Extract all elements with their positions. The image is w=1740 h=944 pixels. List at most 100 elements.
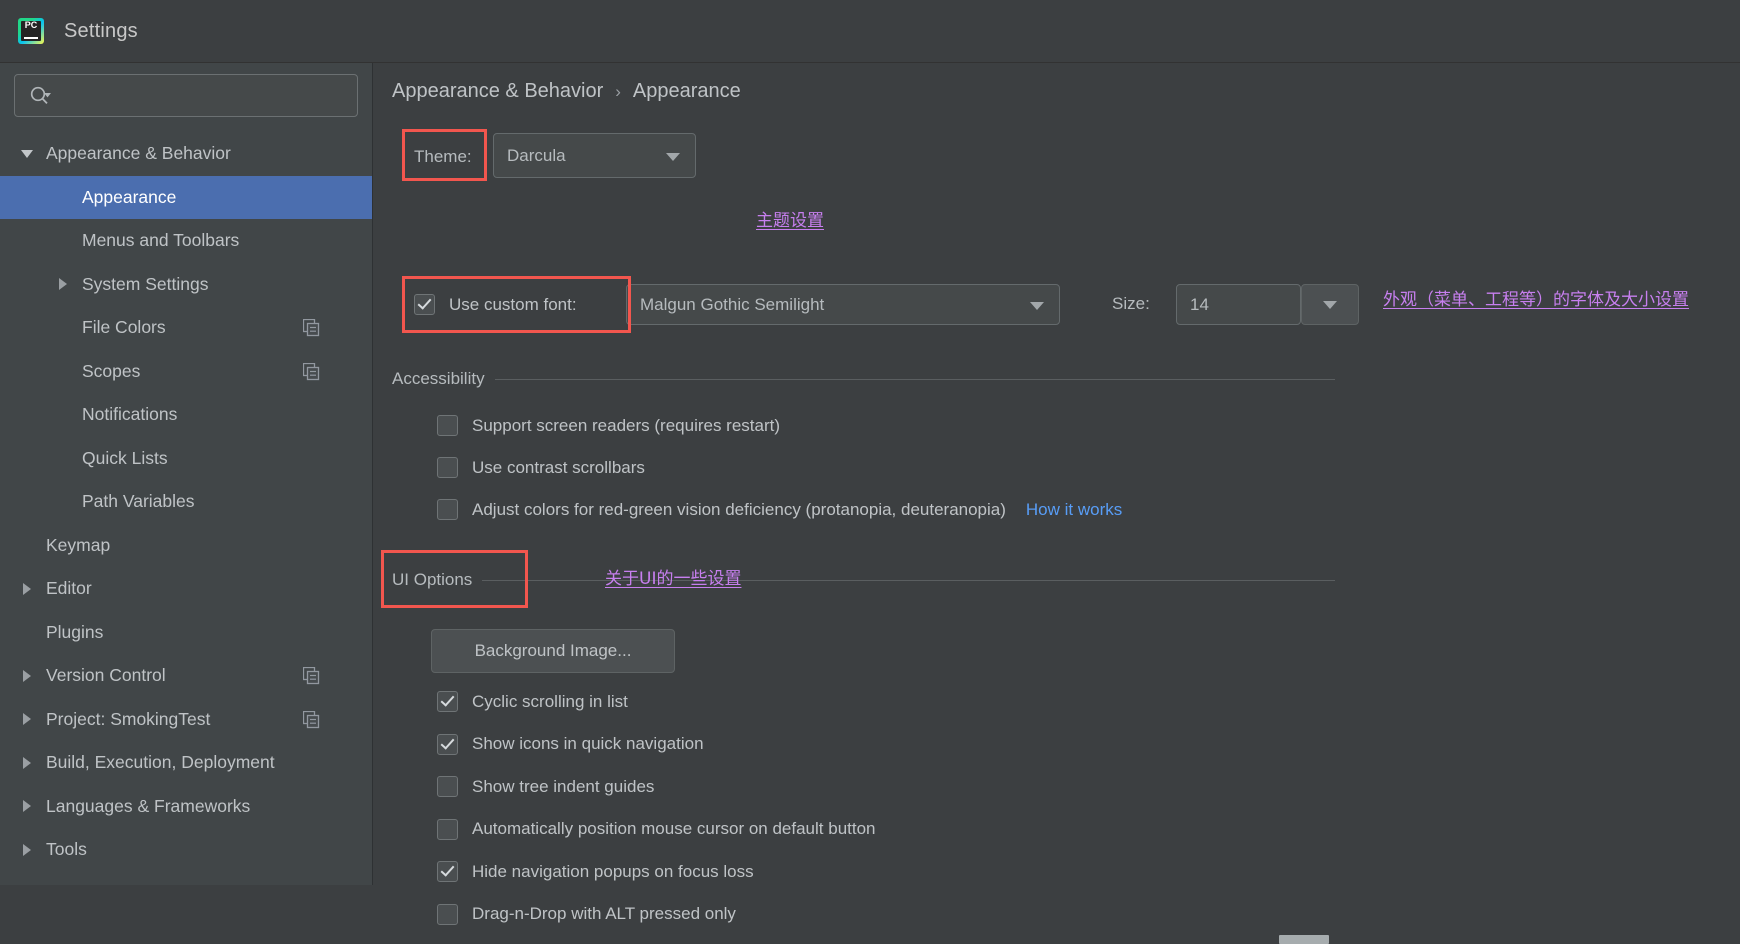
search-box[interactable] bbox=[14, 74, 358, 117]
checkbox[interactable] bbox=[437, 499, 458, 520]
sidebar-item-system-settings[interactable]: System Settings bbox=[0, 263, 372, 307]
accessibility-option-0[interactable]: Support screen readers (requires restart… bbox=[437, 415, 780, 436]
chevron-down-icon[interactable] bbox=[19, 132, 35, 176]
checkbox[interactable] bbox=[437, 818, 458, 840]
ui-option-3[interactable]: Automatically position mouse cursor on d… bbox=[437, 818, 876, 840]
sidebar-item-version-control[interactable]: Version Control bbox=[0, 654, 372, 698]
checkbox[interactable] bbox=[437, 457, 458, 478]
annotation-font-settings: 外观（菜单、工程等）的字体及大小设置 bbox=[1383, 290, 1689, 310]
accessibility-option-label: Support screen readers (requires restart… bbox=[472, 415, 781, 435]
accessibility-title: Accessibility bbox=[392, 369, 485, 388]
sidebar-item-keymap[interactable]: Keymap bbox=[0, 524, 372, 568]
chevron-right-icon[interactable] bbox=[19, 698, 35, 742]
checkbox[interactable] bbox=[437, 691, 458, 712]
sidebar-item-label: File Colors bbox=[82, 317, 166, 338]
font-family-value: Malgun Gothic Semilight bbox=[640, 294, 825, 314]
ui-options-section-header: UI Options bbox=[392, 570, 1335, 590]
ui-option-label: Show icons in quick navigation bbox=[472, 734, 704, 753]
checkbox[interactable] bbox=[437, 903, 458, 925]
settings-main-panel: Appearance & Behavior › Appearance Theme… bbox=[373, 63, 1740, 944]
accessibility-option-2[interactable]: Adjust colors for red-green vision defic… bbox=[437, 499, 1122, 520]
chevron-right-icon[interactable] bbox=[19, 654, 35, 698]
window-title: Settings bbox=[64, 19, 138, 42]
checkbox[interactable] bbox=[437, 776, 458, 797]
sidebar-item-label: Project: SmokingTest bbox=[46, 708, 211, 729]
chevron-right-icon[interactable] bbox=[19, 785, 35, 829]
use-custom-font-checkbox[interactable] bbox=[414, 294, 435, 315]
ui-option-0[interactable]: Cyclic scrolling in list bbox=[437, 691, 628, 712]
sidebar-item-editor[interactable]: Editor bbox=[0, 567, 372, 611]
sidebar-item-label: Build, Execution, Deployment bbox=[46, 752, 275, 773]
accessibility-option-label: Adjust colors for red-green vision defic… bbox=[472, 499, 1006, 519]
chevron-right-icon[interactable] bbox=[55, 263, 71, 307]
ui-option-label: Automatically position mouse cursor on d… bbox=[472, 819, 876, 838]
font-size-label: Size: bbox=[1112, 294, 1150, 313]
section-divider bbox=[494, 378, 1335, 380]
sidebar-item-label: Keymap bbox=[46, 534, 111, 555]
font-size-input[interactable]: 14 bbox=[1176, 284, 1301, 325]
sidebar-item-notifications[interactable]: Notifications bbox=[0, 393, 372, 437]
search-container bbox=[0, 63, 372, 117]
font-family-dropdown[interactable]: Malgun Gothic Semilight bbox=[626, 284, 1060, 325]
theme-dropdown-value: Darcula bbox=[507, 145, 566, 165]
ui-option-2[interactable]: Show tree indent guides bbox=[437, 776, 654, 797]
theme-dropdown[interactable]: Darcula bbox=[493, 133, 696, 178]
sidebar-item-languages-frameworks[interactable]: Languages & Frameworks bbox=[0, 785, 372, 829]
sidebar-item-path-variables[interactable]: Path Variables bbox=[0, 480, 372, 524]
ui-option-label: Hide navigation popups on focus loss bbox=[472, 861, 754, 881]
ui-option-4[interactable]: Hide navigation popups on focus loss bbox=[437, 861, 754, 882]
copy-icon[interactable] bbox=[302, 666, 320, 690]
search-icon bbox=[30, 86, 51, 104]
sidebar-item-menus-and-toolbars[interactable]: Menus and Toolbars bbox=[0, 219, 372, 263]
chevron-right-icon[interactable] bbox=[19, 741, 35, 785]
chevron-right-icon[interactable] bbox=[19, 828, 35, 872]
horizontal-scrollbar-thumb[interactable] bbox=[1279, 935, 1329, 944]
copy-icon[interactable] bbox=[302, 362, 320, 386]
sidebar-item-project-smokingtest[interactable]: Project: SmokingTest bbox=[0, 698, 372, 742]
search-input[interactable] bbox=[57, 85, 341, 106]
accessibility-option-1[interactable]: Use contrast scrollbars bbox=[437, 457, 645, 478]
sidebar-item-label: Menus and Toolbars bbox=[82, 230, 240, 251]
sidebar-item-label: Plugins bbox=[46, 621, 104, 642]
use-custom-font-label: Use custom font: bbox=[449, 294, 577, 314]
sidebar-item-label: Quick Lists bbox=[82, 447, 168, 468]
chevron-down-icon bbox=[666, 152, 680, 161]
sidebar-item-file-colors[interactable]: File Colors bbox=[0, 306, 372, 350]
ui-options-title: UI Options bbox=[392, 570, 473, 589]
theme-label: Theme: bbox=[414, 147, 472, 166]
sidebar-item-appearance[interactable]: Appearance bbox=[0, 175, 372, 219]
sidebar-item-label: Tools bbox=[46, 839, 87, 860]
copy-icon[interactable] bbox=[302, 710, 320, 734]
sidebar-item-label: Appearance & Behavior bbox=[46, 143, 231, 164]
checkbox[interactable] bbox=[437, 415, 458, 436]
ui-option-5[interactable]: Drag-n-Drop with ALT pressed only bbox=[437, 903, 736, 925]
sidebar-item-appearance-behavior[interactable]: Appearance & Behavior bbox=[0, 132, 372, 176]
breadcrumb-parent[interactable]: Appearance & Behavior bbox=[392, 80, 603, 103]
settings-tree: Appearance & Behavior Appearance Menus and… bbox=[0, 132, 372, 872]
sidebar-item-label: Appearance bbox=[82, 186, 177, 207]
sidebar-item-label: Languages & Frameworks bbox=[46, 795, 251, 816]
pycharm-icon: PC bbox=[18, 18, 44, 44]
breadcrumb: Appearance & Behavior › Appearance bbox=[392, 80, 741, 103]
accessibility-section-header: Accessibility bbox=[392, 369, 1335, 389]
sidebar-item-label: Notifications bbox=[82, 404, 178, 425]
background-image-button[interactable]: Background Image... bbox=[431, 629, 675, 673]
accessibility-option-label: Use contrast scrollbars bbox=[472, 457, 645, 477]
copy-icon[interactable] bbox=[302, 318, 320, 342]
pycharm-icon-text: PC bbox=[24, 20, 38, 30]
sidebar-item-label: Editor bbox=[46, 578, 92, 599]
ui-option-1[interactable]: Show icons in quick navigation bbox=[437, 733, 704, 755]
sidebar-item-quick-lists[interactable]: Quick Lists bbox=[0, 437, 372, 481]
use-custom-font-row[interactable]: Use custom font: bbox=[414, 294, 577, 315]
sidebar-item-tools[interactable]: Tools bbox=[0, 828, 372, 872]
checkbox[interactable] bbox=[437, 861, 458, 882]
checkbox[interactable] bbox=[437, 733, 458, 755]
sidebar-item-plugins[interactable]: Plugins bbox=[0, 611, 372, 655]
sidebar-item-scopes[interactable]: Scopes bbox=[0, 350, 372, 394]
font-size-dropdown-button[interactable] bbox=[1301, 284, 1359, 325]
how-it-works-link[interactable]: How it works bbox=[1026, 500, 1122, 520]
sidebar-item-label: Scopes bbox=[82, 360, 141, 381]
breadcrumb-current: Appearance bbox=[632, 80, 741, 102]
sidebar-item-build-execution-deployment[interactable]: Build, Execution, Deployment bbox=[0, 741, 372, 785]
chevron-right-icon[interactable] bbox=[19, 567, 35, 611]
